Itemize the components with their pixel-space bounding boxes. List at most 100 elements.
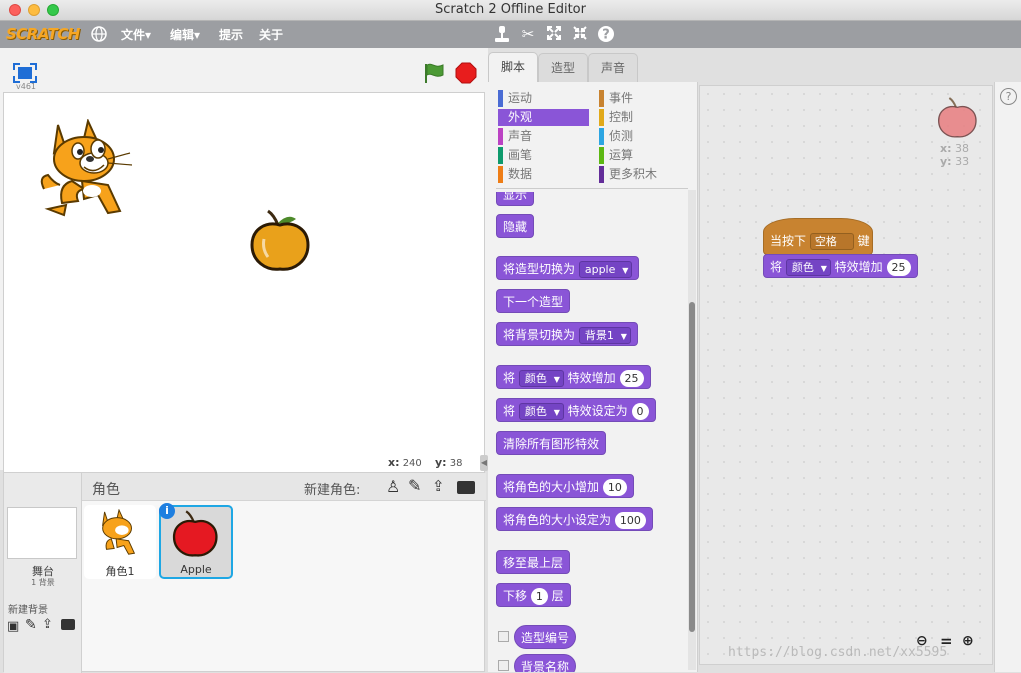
apple-sprite[interactable]	[248, 209, 314, 273]
block-go-front[interactable]: 移至最上层	[496, 550, 571, 574]
block-go-back[interactable]: 下移 1 层	[496, 583, 571, 607]
sprite-thumb-cat[interactable]: 角色1	[84, 505, 156, 579]
category-sensing[interactable]: 侦测	[599, 128, 690, 145]
block-list: 显示 隐藏 将造型切换为 apple 下一个造型 将背景切换为 背景1 将 颜色…	[488, 192, 688, 672]
sprite-paint-icon[interactable]: ✎	[408, 476, 421, 495]
cat-sprite[interactable]	[38, 117, 138, 223]
backdrop-camera-icon[interactable]	[61, 619, 75, 630]
sprite-x-label: x:	[940, 142, 952, 155]
category-sound[interactable]: 声音	[498, 128, 589, 145]
costume-dropdown[interactable]: apple	[578, 261, 633, 278]
tab-sounds[interactable]: 声音	[588, 53, 638, 83]
menu-tips[interactable]: 提示	[219, 26, 243, 43]
reporter-costume-number[interactable]: 造型编号	[514, 625, 577, 649]
sprite-library-icon[interactable]: ♙	[386, 477, 400, 496]
block-palette: 运动 事件 外观 控制 声音 侦测 画笔 运算 数据 更多积木 显示 隐藏 将造…	[488, 82, 698, 672]
effect-amount-input[interactable]: 25	[619, 370, 644, 387]
block-hide[interactable]: 隐藏	[496, 214, 535, 238]
sprite-info-icon[interactable]: i	[159, 503, 175, 519]
block-show[interactable]: 显示	[496, 192, 535, 206]
script-change-effect-block[interactable]: 将 颜色 特效增加 25	[763, 254, 918, 278]
category-operators[interactable]: 运算	[599, 147, 690, 164]
mouse-x-value: 240	[402, 458, 422, 469]
backdrop-library-icon[interactable]: ▣	[7, 619, 19, 634]
globe-icon[interactable]	[89, 25, 109, 45]
sprite-y-value: 33	[955, 155, 970, 168]
help-icon[interactable]: ?	[596, 25, 616, 45]
block-switch-backdrop[interactable]: 将背景切换为 背景1	[496, 322, 638, 346]
layers-input[interactable]: 1	[530, 588, 548, 605]
backdrop-paint-icon[interactable]: ✎	[25, 617, 37, 633]
tab-scripts[interactable]: 脚本	[488, 52, 538, 83]
stage-panel: v461 x: 240 y: 38	[0, 48, 488, 502]
block-label: 键	[857, 234, 870, 248]
key-dropdown[interactable]: 空格	[809, 233, 854, 250]
sprites-title: 角色	[92, 482, 120, 498]
category-events[interactable]: 事件	[599, 90, 690, 107]
effect-dropdown[interactable]: 颜色	[518, 403, 564, 420]
script-area[interactable]: x: 38 y: 33 当按下 空格 键 将 颜色 特效增加 25 ⊖ = ⊕	[699, 85, 993, 665]
sprite-name: 角色1	[105, 565, 135, 578]
size-value-input[interactable]: 100	[614, 512, 646, 529]
category-more-blocks[interactable]: 更多积木	[599, 166, 690, 183]
sprite-name: Apple	[180, 563, 212, 576]
stage-thumbnail[interactable]	[7, 507, 77, 559]
block-set-size[interactable]: 将角色的大小设定为 100	[496, 507, 653, 531]
window-title: Scratch 2 Offline Editor	[435, 2, 586, 17]
stop-sign-icon[interactable]	[455, 62, 477, 84]
version-label: v461	[16, 82, 37, 91]
category-pen[interactable]: 画笔	[498, 147, 589, 164]
stage-backdrop-count: 1 背景	[31, 578, 55, 587]
mouse-coordinates: x: 240 y: 38	[388, 456, 462, 469]
block-label: 特效增加	[567, 371, 616, 385]
menu-about[interactable]: 关于	[259, 26, 283, 43]
tab-costumes[interactable]: 造型	[538, 53, 588, 83]
block-change-size[interactable]: 将角色的大小增加 10	[496, 474, 634, 498]
palette-scrollbar-thumb[interactable]	[689, 302, 695, 632]
size-amount-input[interactable]: 10	[602, 479, 627, 496]
shrink-icon[interactable]	[570, 25, 590, 45]
backdrop-upload-icon[interactable]: ⇪	[42, 617, 53, 632]
sprite-upload-icon[interactable]: ⇪	[432, 477, 445, 495]
stage-collapse-handle[interactable]: ◀	[480, 455, 488, 471]
block-label: 当按下	[770, 234, 807, 248]
effect-dropdown[interactable]: 颜色	[518, 370, 564, 387]
effect-value-input[interactable]: 0	[631, 403, 649, 420]
sprite-camera-icon[interactable]	[457, 481, 475, 494]
block-next-costume[interactable]: 下一个造型	[496, 289, 571, 313]
block-set-effect[interactable]: 将 颜色 特效设定为 0	[496, 398, 656, 422]
backdrop-dropdown[interactable]: 背景1	[578, 327, 631, 344]
block-change-effect[interactable]: 将 颜色 特效增加 25	[496, 365, 651, 389]
duplicate-stamp-icon[interactable]	[492, 25, 512, 45]
full-screen-icon[interactable]	[12, 62, 38, 84]
costume-number-checkbox[interactable]	[498, 631, 509, 642]
effect-dropdown[interactable]: 颜色	[785, 259, 831, 276]
reporter-backdrop-name[interactable]: 背景名称	[514, 654, 577, 672]
grow-icon[interactable]	[544, 25, 564, 45]
block-label: 将	[503, 371, 516, 385]
menu-file[interactable]: 文件▾	[121, 26, 151, 43]
scratch-logo[interactable]: SCRATCH	[6, 25, 80, 45]
block-switch-costume[interactable]: 将造型切换为 apple	[496, 256, 640, 280]
block-label: 清除所有图形特效	[503, 437, 600, 451]
block-label: 特效增加	[834, 260, 883, 274]
category-motion[interactable]: 运动	[498, 90, 589, 107]
backdrop-name-checkbox[interactable]	[498, 660, 509, 671]
script-hat-block[interactable]: 当按下 空格 键	[763, 218, 873, 255]
zoom-in-icon[interactable]: ⊕	[962, 633, 974, 649]
block-clear-effects[interactable]: 清除所有图形特效	[496, 431, 607, 455]
category-data[interactable]: 数据	[498, 166, 589, 183]
green-flag-icon[interactable]	[423, 62, 445, 84]
block-label: 下移	[503, 589, 528, 603]
help-panel-icon[interactable]: ?	[1000, 88, 1017, 105]
delete-scissors-icon[interactable]: ✂	[518, 25, 538, 45]
block-label: 将造型切换为	[503, 262, 576, 276]
sprite-position: x: 38 y: 33	[940, 142, 969, 168]
mouse-y-label: y:	[434, 456, 447, 469]
stage-canvas[interactable]	[3, 92, 485, 502]
effect-amount-input[interactable]: 25	[886, 259, 911, 276]
block-label: 隐藏	[503, 220, 528, 234]
category-looks[interactable]: 外观	[498, 109, 589, 126]
menu-edit[interactable]: 编辑▾	[170, 26, 200, 43]
category-control[interactable]: 控制	[599, 109, 690, 126]
